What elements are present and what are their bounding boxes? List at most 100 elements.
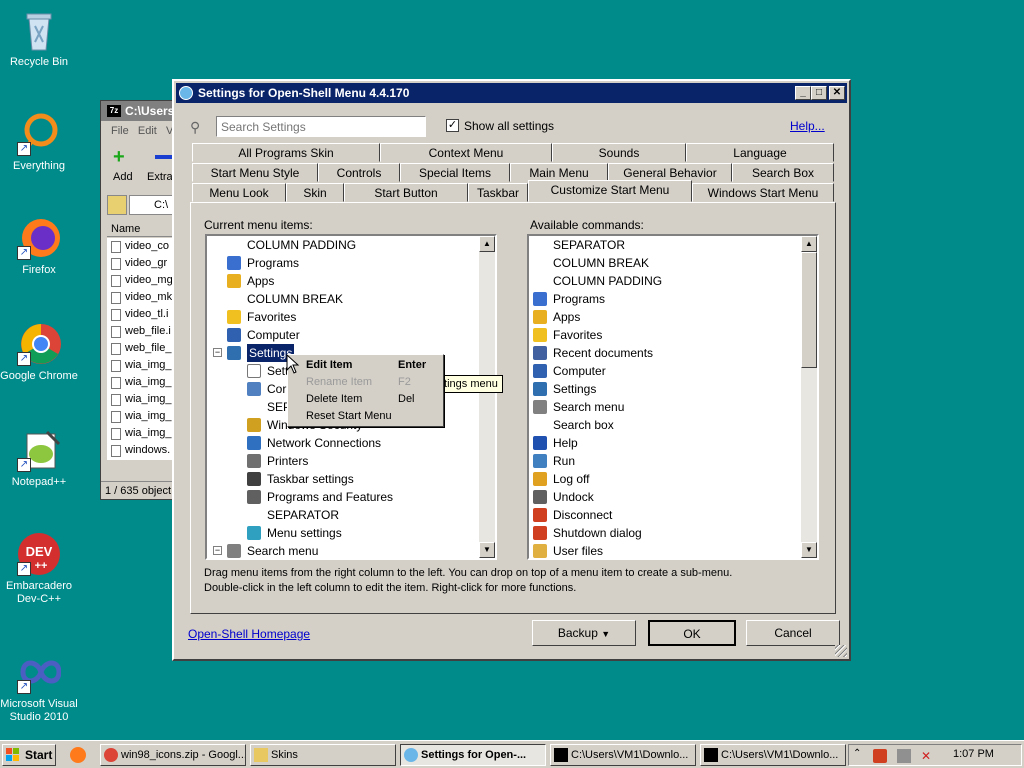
- tree-collapse-icon[interactable]: −: [213, 348, 222, 357]
- menu-item-icon: [533, 292, 547, 306]
- tray-expand-icon[interactable]: ⌃: [853, 748, 861, 759]
- context-item-reset[interactable]: Reset Start Menu: [306, 408, 392, 424]
- menu-item-icon: [533, 508, 547, 522]
- desktop-icon-devcpp[interactable]: DEV ++ ↗ Embarcadero Dev-C++: [0, 532, 84, 606]
- tab-windows-start-menu[interactable]: Windows Start Menu: [692, 183, 834, 202]
- folder-icon: [254, 748, 268, 762]
- tab-customize-start-menu[interactable]: Customize Start Menu: [528, 180, 692, 202]
- up-folder-icon[interactable]: [107, 195, 127, 215]
- window-title-bar[interactable]: Settings for Open-Shell Menu 4.4.170 _ □…: [176, 83, 847, 103]
- tree-collapse-icon[interactable]: −: [213, 546, 222, 555]
- scroll-thumb[interactable]: [801, 252, 817, 368]
- tab-taskbar[interactable]: Taskbar: [468, 183, 528, 202]
- security-tray-icon[interactable]: [873, 749, 887, 763]
- context-item-edit[interactable]: Edit Item: [306, 357, 352, 373]
- scroll-up-button[interactable]: ▲: [479, 236, 495, 252]
- tab-search-box[interactable]: Search Box: [732, 163, 834, 182]
- file-icon: [111, 292, 121, 304]
- shortcut-arrow-icon: ↗: [17, 562, 31, 576]
- desktop-icon-visual-studio[interactable]: ↗ Microsoft Visual Studio 2010: [0, 650, 84, 724]
- firefox-quicklaunch-icon[interactable]: [70, 747, 86, 763]
- file-row[interactable]: windows.: [109, 442, 170, 459]
- file-icon: [111, 411, 121, 423]
- context-item-delete[interactable]: Delete Item: [306, 391, 362, 407]
- volume-muted-icon[interactable]: ✕: [921, 749, 935, 763]
- tab-start-menu-style[interactable]: Start Menu Style: [192, 163, 318, 182]
- file-row[interactable]: video_co: [109, 238, 169, 255]
- desktop-icon-everything[interactable]: ↗ Everything: [0, 112, 84, 173]
- backup-button[interactable]: Backup ▼: [532, 620, 636, 646]
- everything-icon: ↗: [17, 112, 61, 156]
- close-button[interactable]: ✕: [829, 86, 845, 100]
- context-menu[interactable]: Edit Item Enter Rename Item F2 Delete It…: [287, 354, 444, 427]
- resize-grip[interactable]: [835, 645, 847, 657]
- homepage-link[interactable]: Open-Shell Homepage: [188, 627, 310, 641]
- menu-item-icon: [247, 364, 261, 378]
- tab-context-menu[interactable]: Context Menu: [380, 143, 552, 162]
- scroll-down-button[interactable]: ▼: [801, 542, 817, 558]
- tab-all-programs-skin[interactable]: All Programs Skin: [192, 143, 380, 162]
- menu-edit[interactable]: Edit: [138, 125, 157, 137]
- tab-menu-look[interactable]: Menu Look: [192, 183, 286, 202]
- maximize-button[interactable]: □: [811, 86, 827, 100]
- clock[interactable]: 1:07 PM: [953, 748, 994, 760]
- taskbar-item-7zip-1[interactable]: C:\Users\VM1\Downlo...: [550, 744, 696, 766]
- system-tray: ⌃ ✕ 1:07 PM: [848, 744, 1022, 766]
- file-row[interactable]: wia_img_: [109, 408, 171, 425]
- left-scrollbar[interactable]: ▲ ▼: [479, 236, 495, 558]
- desktop-icon-chrome[interactable]: ↗ Google Chrome: [0, 322, 84, 383]
- file-row[interactable]: video_tl.i: [109, 306, 168, 323]
- menu-item-icon: [533, 454, 547, 468]
- hint-text-line2: Double-click in the left column to edit …: [204, 582, 577, 594]
- ok-button[interactable]: OK: [648, 620, 736, 646]
- file-row[interactable]: video_gr: [109, 255, 167, 272]
- tab-skin[interactable]: Skin: [286, 183, 344, 202]
- file-row[interactable]: web_file.i: [109, 323, 171, 340]
- taskbar-item-settings[interactable]: Settings for Open-...: [400, 744, 546, 766]
- taskbar-item-skins[interactable]: Skins: [250, 744, 396, 766]
- file-icon: [111, 258, 121, 270]
- show-all-settings-checkbox[interactable]: ✓: [446, 119, 459, 132]
- file-row[interactable]: wia_img_: [109, 357, 171, 374]
- help-link[interactable]: Help...: [790, 119, 825, 133]
- dropdown-arrow-icon: ▼: [601, 629, 611, 639]
- background-window-title[interactable]: 7z C:\Users: [101, 101, 179, 121]
- settings-window[interactable]: Settings for Open-Shell Menu 4.4.170 _ □…: [172, 79, 851, 661]
- desktop-icon-notepadpp[interactable]: ↗ Notepad++: [0, 428, 84, 489]
- file-row[interactable]: video_mg: [109, 272, 173, 289]
- add-button[interactable]: Add: [113, 171, 133, 183]
- menu-item-icon: [247, 418, 261, 432]
- firefox-icon: ↗: [17, 216, 61, 260]
- minimize-button[interactable]: _: [795, 86, 811, 100]
- menu-item-icon: [227, 310, 241, 324]
- desktop-icon-recycle-bin[interactable]: Recycle Bin: [0, 8, 84, 69]
- context-item-rename[interactable]: Rename Item: [306, 374, 372, 390]
- search-settings-input[interactable]: [216, 116, 426, 137]
- background-file-window[interactable]: 7z C:\Users File Edit V + Add Extra C:\ …: [100, 100, 181, 500]
- tooltip: ttings menu: [436, 375, 503, 393]
- start-button[interactable]: Start: [2, 744, 56, 766]
- tab-language[interactable]: Language: [686, 143, 834, 162]
- file-row[interactable]: wia_img_: [109, 391, 171, 408]
- scroll-up-button[interactable]: ▲: [801, 236, 817, 252]
- file-row[interactable]: web_file_: [109, 340, 171, 357]
- tab-special-items[interactable]: Special Items: [400, 163, 510, 182]
- cancel-button[interactable]: Cancel: [746, 620, 840, 646]
- tab-start-button[interactable]: Start Button: [344, 183, 468, 202]
- taskbar-item-chrome[interactable]: win98_icons.zip - Googl...: [100, 744, 246, 766]
- scroll-down-button[interactable]: ▼: [479, 542, 495, 558]
- file-row[interactable]: wia_img_: [109, 425, 171, 442]
- network-tray-icon[interactable]: [897, 749, 911, 763]
- desktop-icon-firefox[interactable]: ↗ Firefox: [0, 216, 84, 277]
- file-row[interactable]: wia_img_: [109, 374, 171, 391]
- file-row[interactable]: video_mk: [109, 289, 172, 306]
- menu-file[interactable]: File: [111, 125, 129, 137]
- name-column-header[interactable]: Name: [107, 221, 181, 237]
- file-icon: [111, 394, 121, 406]
- extract-button[interactable]: Extra: [147, 171, 173, 183]
- right-scrollbar[interactable]: ▲ ▼: [801, 236, 817, 558]
- taskbar-item-7zip-2[interactable]: C:\Users\VM1\Downlo...: [700, 744, 846, 766]
- tab-controls[interactable]: Controls: [318, 163, 400, 182]
- available-commands-list[interactable]: SEPARATOR COLUMN BREAK COLUMN PADDING Progr…: [527, 234, 819, 560]
- tab-sounds[interactable]: Sounds: [552, 143, 686, 162]
